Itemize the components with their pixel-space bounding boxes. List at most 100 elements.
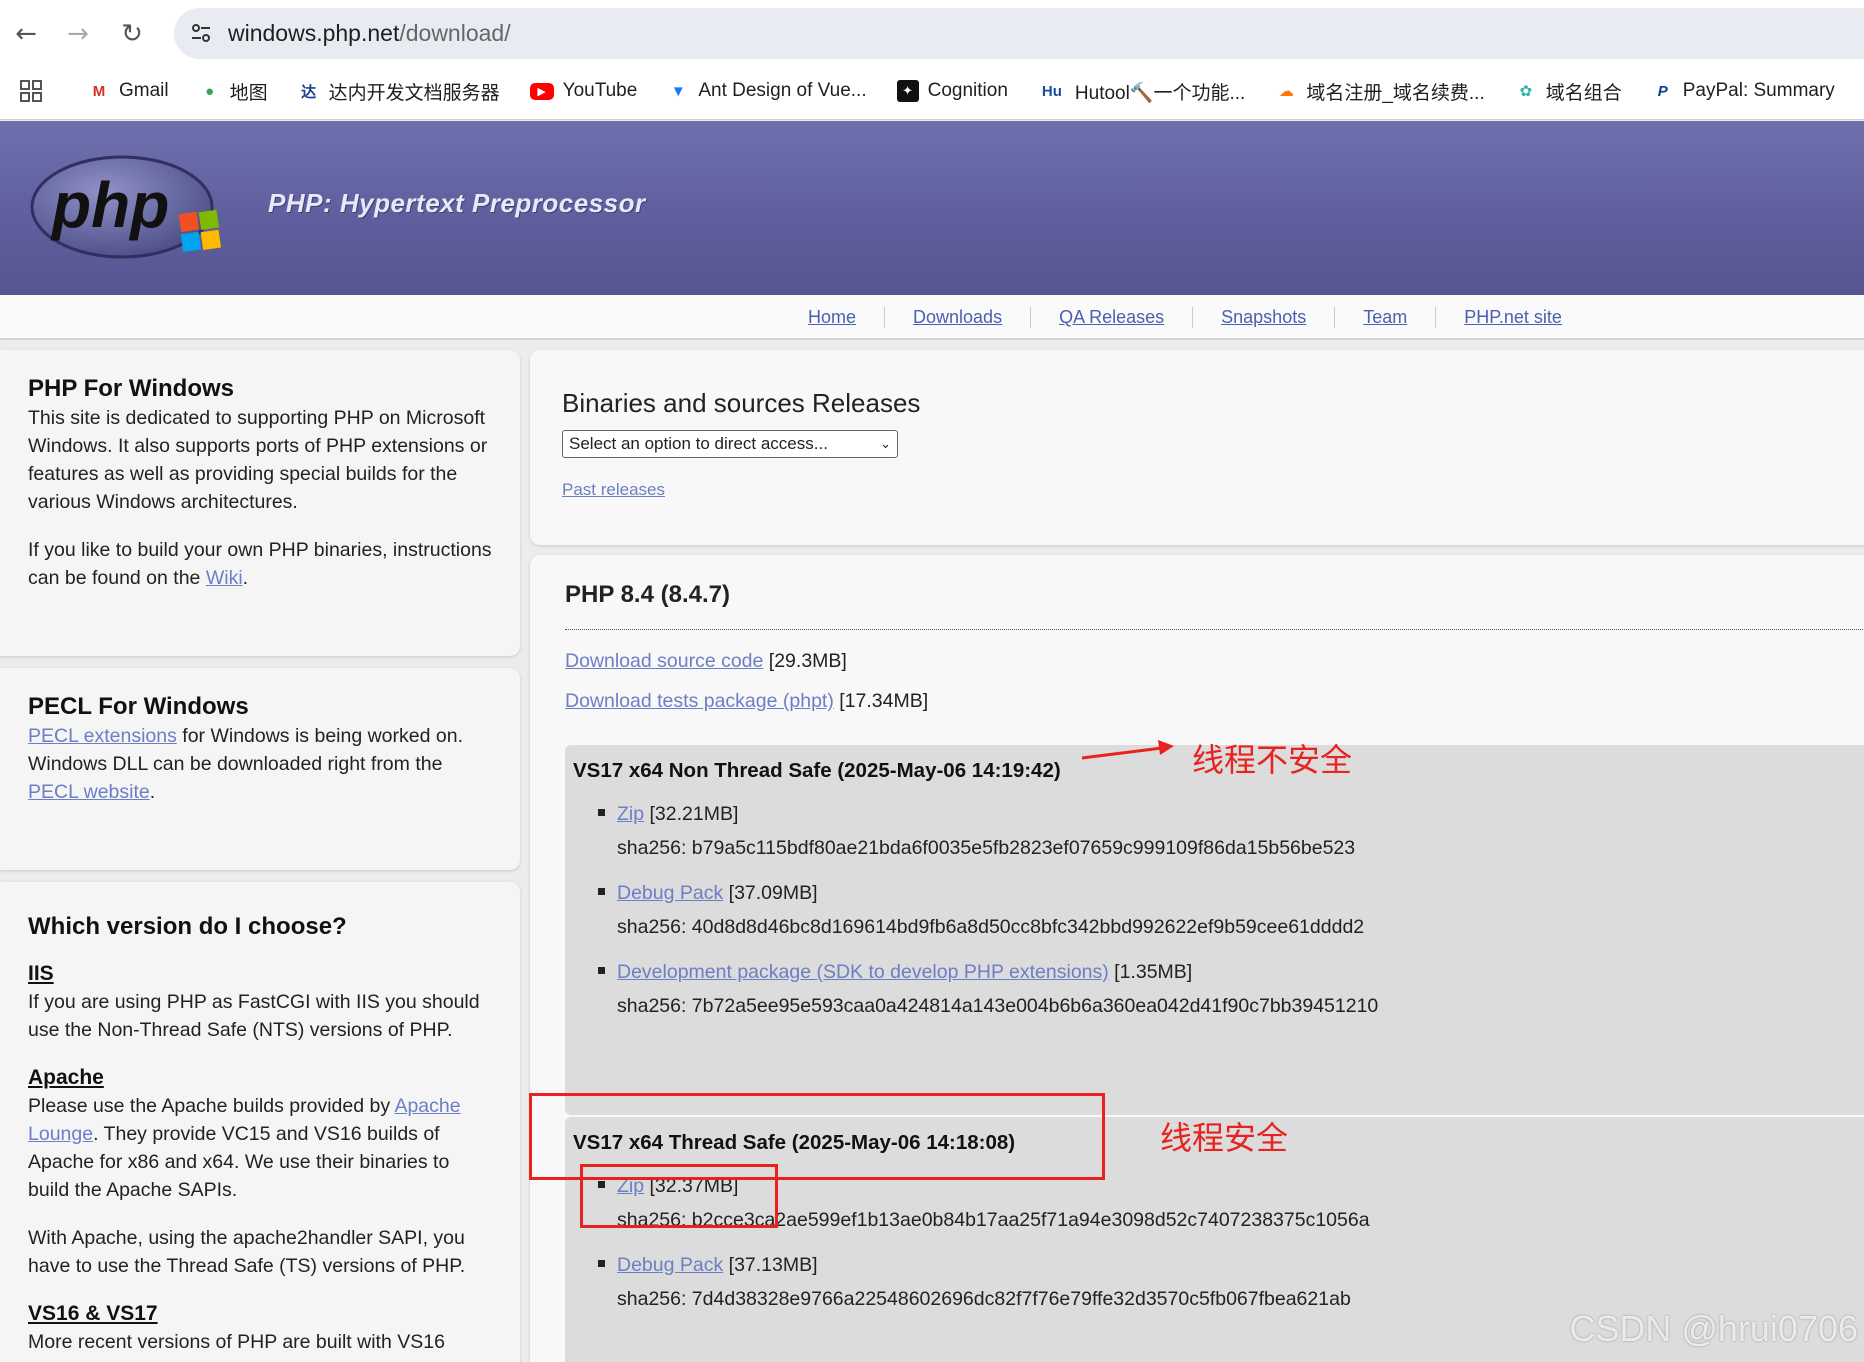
sidebar-paragraph: If you like to build your own PHP binari… — [28, 539, 492, 589]
antd-vue-icon: ▼ — [670, 82, 686, 100]
ts-debug-pack-link[interactable]: Debug Pack — [617, 1254, 723, 1276]
watermark: CSDN @hrui0706 — [1569, 1308, 1858, 1349]
bookmark-label: Hutool🔨一个功能... — [1074, 82, 1246, 104]
php84-panel: PHP 8.4 (8.4.7) Download source code [29… — [530, 555, 1864, 1362]
cloud-icon: ☁ — [1278, 83, 1294, 100]
sidebar-title: Which version do I choose? — [28, 913, 347, 940]
list-item: Development package (SDK to develop PHP … — [598, 961, 1192, 984]
download-source-link[interactable]: Download source code — [565, 650, 763, 672]
bookmark-maps[interactable]: ● 地图 — [199, 78, 268, 105]
nav-home-link[interactable]: Home — [780, 307, 886, 328]
top-nav: Home Downloads QA Releases Snapshots Tea… — [0, 295, 1864, 340]
vs-text: More recent versions of PHP are built wi… — [28, 1331, 445, 1353]
chevron-down-icon: ⌄ — [880, 436, 891, 451]
bookmark-youtube[interactable]: ▶ YouTube — [529, 80, 638, 102]
vs-heading: VS16 & VS17 — [28, 1302, 158, 1325]
sha256-hash: sha256: 7b72a5ee95e593caa0a424814a143e00… — [617, 995, 1379, 1017]
sidebar-php-for-windows: PHP For Windows This site is dedicated t… — [0, 350, 520, 656]
bookmark-domain-register[interactable]: ☁ 域名注册_域名续费... — [1275, 78, 1485, 105]
site-tagline: PHP: Hypertext Preprocessor — [268, 188, 646, 218]
download-tests-link[interactable]: Download tests package (phpt) — [565, 690, 834, 712]
site-info-icon[interactable] — [184, 16, 218, 50]
iis-text: If you are using PHP as FastCGI with IIS… — [28, 991, 480, 1041]
sidebar-paragraph: This site is dedicated to supporting PHP… — [28, 407, 488, 513]
nav-qa-releases-link[interactable]: QA Releases — [1031, 307, 1194, 328]
annotation-nts-label: 线程不安全 — [1192, 741, 1353, 779]
annotation-ts-zip-box — [580, 1164, 778, 1228]
nav-team-link[interactable]: Team — [1335, 307, 1437, 328]
sidebar-title: PECL For Windows — [28, 693, 249, 720]
sha256-hash: sha256: b79a5c115bdf80ae21bda6f0035e5fb2… — [617, 837, 1356, 859]
browser-chrome: ← → ↻ windows.php.net/download/ M Gmail ●… — [0, 0, 1864, 120]
maps-pin-icon: ● — [205, 82, 215, 100]
nts-debug-pack-link[interactable]: Debug Pack — [617, 882, 723, 904]
php84-title: PHP 8.4 (8.4.7) — [565, 581, 730, 608]
pecl-extensions-link[interactable]: PECL extensions — [28, 725, 177, 747]
bookmark-gmail[interactable]: M Gmail — [88, 80, 169, 102]
bookmark-paypal[interactable]: P PayPal: Summary — [1652, 80, 1835, 102]
bookmark-label: Gmail — [119, 80, 169, 101]
title-divider — [565, 629, 1864, 630]
past-releases-link[interactable]: Past releases — [562, 480, 665, 500]
apache-ts-text: With Apache, using the apache2handler SA… — [28, 1227, 466, 1277]
address-bar[interactable]: windows.php.net/download/ — [174, 8, 1864, 59]
release-select-value: Select an option to direct access... — [569, 434, 828, 453]
bookmark-tarena[interactable]: 达达内开发文档服务器 — [298, 78, 500, 105]
bookmark-label: 达内开发文档服务器 — [328, 82, 500, 104]
back-arrow-icon[interactable]: ← — [6, 14, 46, 54]
sidebar-which-version: Which version do I choose? IIS If you ar… — [0, 882, 520, 1362]
release-select[interactable]: Select an option to direct access... ⌄ — [562, 430, 898, 458]
nav-snapshots-link[interactable]: Snapshots — [1193, 307, 1336, 328]
php-header: php PHP: Hypertext Preprocessor — [0, 121, 1864, 295]
reload-icon[interactable]: ↻ — [112, 14, 152, 54]
logo-text: php — [50, 169, 169, 241]
bookmark-label: 域名注册_域名续费... — [1306, 82, 1485, 104]
bookmark-antd-vue[interactable]: ▼ Ant Design of Vue... — [667, 80, 867, 102]
releases-title: Binaries and sources Releases — [562, 388, 921, 418]
nav-phpnet-link[interactable]: PHP.net site — [1436, 307, 1590, 328]
apache-heading: Apache — [28, 1066, 104, 1089]
hutool-icon: Hu — [1041, 82, 1062, 100]
url-host: windows.php.net — [228, 20, 400, 46]
php-windows-logo[interactable]: php — [28, 151, 236, 263]
apache-text: Please use the Apache builds provided by… — [28, 1095, 461, 1201]
sidebar-pecl-for-windows: PECL For Windows PECL extensions for Win… — [0, 668, 520, 870]
bookmark-cognition[interactable]: ✦ Cognition — [896, 80, 1008, 102]
tarena-icon: 达 — [301, 83, 317, 101]
iis-heading: IIS — [28, 962, 54, 985]
wiki-link[interactable]: Wiki — [206, 567, 243, 589]
forward-arrow-icon[interactable]: → — [58, 14, 98, 54]
annotation-arrow — [1081, 740, 1174, 760]
bookmark-domain-combo[interactable]: ✿ 域名组合 — [1515, 78, 1622, 105]
list-item: Debug Pack [37.13MB] — [598, 1254, 818, 1277]
url-text[interactable]: windows.php.net/download/ — [228, 20, 511, 47]
annotation-ts-label: 线程安全 — [1160, 1119, 1289, 1157]
sha256-hash: sha256: 40d8d8d46bc8d169614bd9fb6a8d50cc… — [617, 916, 1365, 938]
nts-dev-package-link[interactable]: Development package (SDK to develop PHP … — [617, 961, 1109, 983]
bookmark-label: YouTube — [562, 80, 638, 101]
cognition-icon: ✦ — [896, 80, 919, 102]
list-item: Zip [32.21MB] — [598, 803, 738, 826]
nts-build-title: VS17 x64 Non Thread Safe (2025-May-06 14… — [573, 759, 1061, 782]
bookmark-label: 地图 — [229, 82, 268, 104]
nts-zip-link[interactable]: Zip — [617, 803, 644, 825]
source-download-line: Download source code [29.3MB] — [565, 650, 847, 672]
sidebar-paragraph: PECL extensions for Windows is being wor… — [28, 725, 463, 803]
bookmark-label: 域名组合 — [1545, 82, 1622, 104]
releases-panel: Binaries and sources Releases Select an … — [530, 350, 1864, 545]
url-path: /download/ — [399, 20, 511, 46]
sha256-hash: sha256: 7d4d38328e9766a22548602696dc82f7… — [617, 1288, 1351, 1310]
nts-build-section: VS17 x64 Non Thread Safe (2025-May-06 14… — [565, 745, 1864, 1115]
bookmarks-bar: M Gmail ● 地图 达达内开发文档服务器 ▶ YouTube ▼ Ant Desi… — [0, 72, 1864, 110]
swirl-icon: ✿ — [1519, 83, 1533, 100]
youtube-icon: ▶ — [529, 82, 554, 100]
gmail-icon: M — [92, 82, 106, 100]
tests-download-line: Download tests package (phpt) [17.34MB] — [565, 690, 929, 712]
bookmark-hutool[interactable]: Hu Hutool🔨一个功能... — [1038, 78, 1245, 105]
nav-downloads-link[interactable]: Downloads — [885, 307, 1032, 328]
bookmark-label: Ant Design of Vue... — [698, 80, 867, 101]
bookmark-label: PayPal: Summary — [1682, 80, 1835, 101]
paypal-icon: P — [1657, 82, 1668, 100]
pecl-website-link[interactable]: PECL website — [28, 781, 150, 803]
apps-grid-icon[interactable] — [20, 80, 42, 102]
